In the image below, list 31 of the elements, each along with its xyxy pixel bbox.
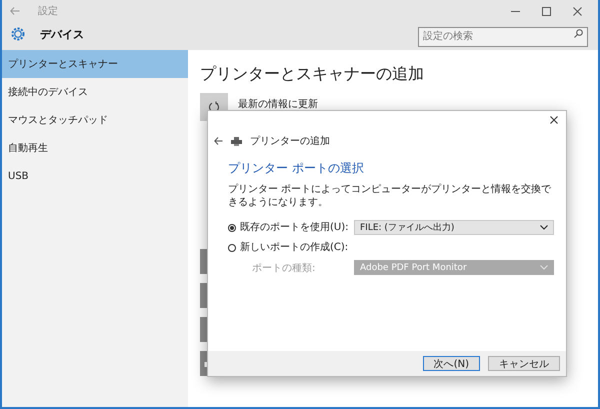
search-icon bbox=[574, 29, 583, 38]
refresh-label: 最新の情報に更新 bbox=[238, 98, 318, 111]
port-dropdown[interactable]: FILE: (ファイルへ出力) bbox=[354, 220, 554, 235]
port-type-label: ポートの種類: bbox=[251, 262, 316, 274]
radio-icon[interactable] bbox=[228, 224, 236, 232]
radio-icon[interactable] bbox=[228, 244, 236, 252]
section-heading: プリンターとスキャナーの追加 bbox=[200, 64, 425, 85]
sidebar-item[interactable]: 接続中のデバイス bbox=[2, 78, 188, 106]
page-title: デバイス bbox=[40, 26, 84, 42]
refresh-icon bbox=[208, 101, 220, 113]
maximize-icon[interactable] bbox=[542, 6, 551, 16]
radio-option[interactable]: 既存のポートを使用(U): bbox=[228, 220, 354, 234]
dialog-title: プリンターの追加 bbox=[250, 134, 330, 148]
dialog-description: プリンター ポートによってコンピューターがプリンターと情報を交換できるようになります。 bbox=[228, 183, 552, 209]
sidebar-item[interactable]: マウスとタッチパッド bbox=[2, 106, 188, 134]
search-field[interactable]: 設定の検索 bbox=[418, 26, 588, 46]
sidebar-item[interactable]: 自動再生 bbox=[2, 134, 188, 162]
radio-option[interactable]: 新しいポートの作成(C): bbox=[228, 240, 354, 254]
chevron-down-icon bbox=[540, 265, 548, 270]
dialog-button[interactable]: 次へ(N) bbox=[422, 356, 480, 371]
dialog-button[interactable]: キャンセル bbox=[488, 356, 560, 371]
sidebar-item[interactable]: プリンターとスキャナー bbox=[2, 50, 188, 78]
minimize-icon[interactable] bbox=[511, 10, 520, 12]
back-arrow-icon[interactable] bbox=[214, 137, 223, 145]
window-title: 設定 bbox=[38, 4, 58, 18]
sidebar-item[interactable]: USB bbox=[2, 162, 188, 190]
gear-icon bbox=[10, 26, 26, 42]
chevron-down-icon bbox=[540, 225, 548, 230]
close-icon[interactable] bbox=[573, 6, 582, 16]
dialog-heading: プリンター ポートの選択 bbox=[228, 160, 365, 177]
close-icon[interactable] bbox=[550, 116, 558, 124]
